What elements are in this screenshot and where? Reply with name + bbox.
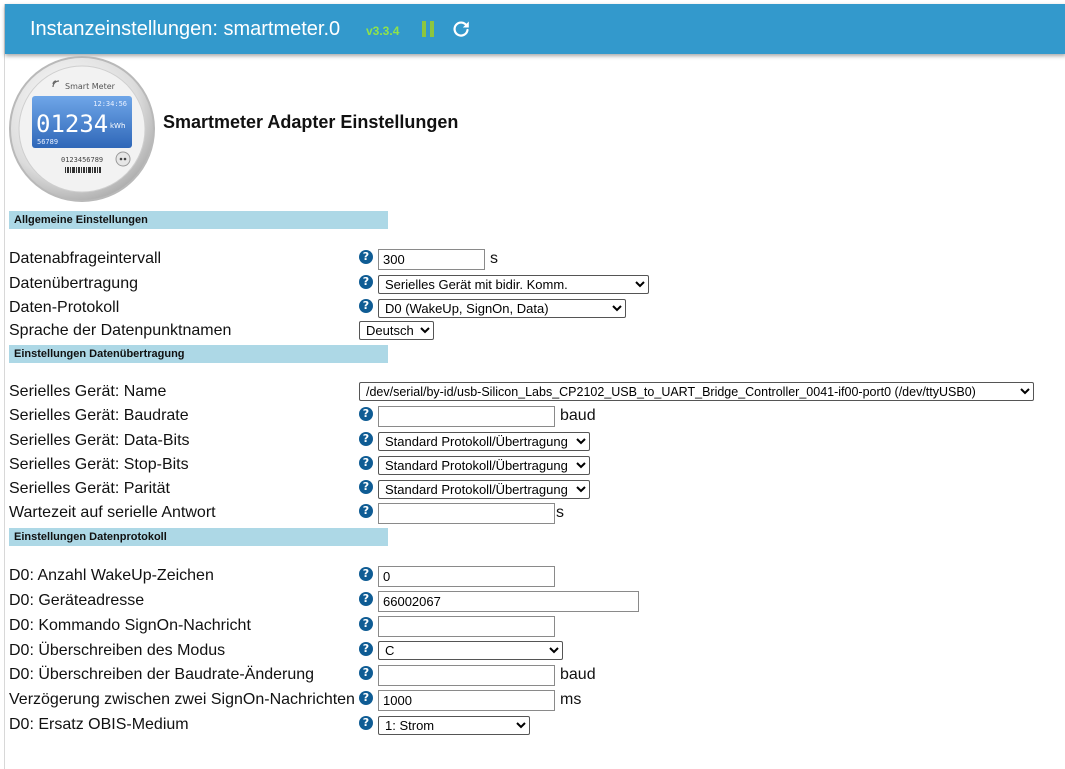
- meter-reading: 01234: [36, 110, 108, 138]
- label-parity: Serielles Gerät: Parität: [9, 480, 170, 497]
- help-icon[interactable]: ?: [359, 456, 373, 470]
- baudchange-input[interactable]: [378, 665, 555, 686]
- page-heading: Smartmeter Adapter Einstellungen: [163, 112, 459, 132]
- databits-select[interactable]: Standard Protokoll/Übertragung: [378, 432, 590, 451]
- address-input[interactable]: [378, 591, 639, 612]
- version-badge: v3.3.4: [366, 24, 400, 38]
- transfer-select[interactable]: Serielles Gerät mit bidir. Komm.: [378, 275, 649, 294]
- help-icon[interactable]: ?: [359, 480, 373, 494]
- label-interval: Datenabfrageintervall: [9, 250, 162, 267]
- interval-unit: s: [490, 250, 498, 267]
- label-serial-name: Serielles Gerät: Name: [9, 383, 167, 400]
- meter-time: 12:34:56: [93, 100, 127, 108]
- wait-input[interactable]: [378, 503, 555, 524]
- label-baudrate: Serielles Gerät: Baudrate: [9, 407, 189, 424]
- meter-brand: Smart Meter: [65, 82, 116, 91]
- serial-name-select[interactable]: /dev/serial/by-id/usb-Silicon_Labs_CP210…: [359, 382, 1034, 401]
- help-icon[interactable]: ?: [359, 407, 373, 421]
- label-wakeup: D0: Anzahl WakeUp-Zeichen: [9, 567, 214, 584]
- wakeup-input[interactable]: [378, 566, 555, 587]
- meter-small: 56789: [37, 138, 58, 146]
- help-icon[interactable]: ?: [359, 567, 373, 581]
- help-icon[interactable]: ?: [359, 432, 373, 446]
- label-transfer: Datenübertragung: [9, 275, 138, 292]
- interval-input[interactable]: [378, 249, 485, 270]
- label-protocol: Daten-Protokoll: [9, 299, 120, 316]
- baudrate-input[interactable]: [378, 406, 555, 427]
- mode-select[interactable]: C: [378, 641, 563, 660]
- reload-icon[interactable]: [451, 19, 471, 39]
- help-icon[interactable]: ?: [359, 617, 373, 631]
- meter-unit: kWh: [110, 122, 125, 130]
- label-delay: Verzögerung zwischen zwei SignOn-Nachric…: [9, 691, 355, 708]
- delay-input[interactable]: [378, 690, 555, 711]
- help-icon[interactable]: ?: [359, 250, 373, 264]
- help-icon[interactable]: ?: [359, 666, 373, 680]
- obis-select[interactable]: 1: Strom: [378, 716, 530, 735]
- help-icon[interactable]: ?: [359, 642, 373, 656]
- stopbits-select[interactable]: Standard Protokoll/Übertragung: [378, 456, 590, 475]
- section-transfer: Einstellungen Datenübertragung: [9, 345, 388, 363]
- signon-input[interactable]: [378, 616, 555, 637]
- label-obis: D0: Ersatz OBIS-Medium: [9, 716, 189, 733]
- settings-window: Instanzeinstellungen: smartmeter.0 v3.3.…: [4, 4, 1065, 769]
- baudrate-unit: baud: [560, 407, 596, 424]
- parity-select[interactable]: Standard Protokoll/Übertragung: [378, 480, 590, 499]
- help-icon[interactable]: ?: [359, 504, 373, 518]
- label-address: D0: Geräteadresse: [9, 592, 145, 609]
- help-icon[interactable]: ?: [359, 716, 373, 730]
- delay-unit: ms: [560, 691, 582, 708]
- label-signon: D0: Kommando SignOn-Nachricht: [9, 617, 251, 634]
- window-title: Instanzeinstellungen: smartmeter.0: [30, 18, 341, 40]
- protocol-select[interactable]: D0 (WakeUp, SignOn, Data): [378, 299, 626, 318]
- label-stopbits: Serielles Gerät: Stop-Bits: [9, 456, 189, 473]
- pause-icon[interactable]: [421, 21, 435, 37]
- help-icon[interactable]: ?: [359, 299, 373, 313]
- baudchange-unit: baud: [560, 666, 596, 683]
- help-icon[interactable]: ?: [359, 691, 373, 705]
- label-baudchange: D0: Überschreiben der Baudrate-Änderung: [9, 666, 315, 683]
- label-language: Sprache der Datenpunktnamen: [9, 322, 232, 339]
- help-icon[interactable]: ?: [359, 275, 373, 289]
- section-protocol: Einstellungen Datenprotokoll: [9, 528, 388, 546]
- section-general: Allgemeine Einstellungen: [9, 211, 388, 229]
- title-bar: Instanzeinstellungen: smartmeter.0 v3.3.…: [5, 4, 1065, 54]
- label-databits: Serielles Gerät: Data-Bits: [9, 432, 190, 449]
- meter-serial: 0123456789: [61, 156, 103, 164]
- smartmeter-image: Smart Meter 12:34:56 01234 kWh 56789 012…: [9, 56, 155, 202]
- language-select[interactable]: Deutsch: [359, 321, 434, 340]
- help-icon[interactable]: ?: [359, 592, 373, 606]
- label-wait: Wartezeit auf serielle Antwort: [9, 504, 216, 521]
- label-mode: D0: Überschreiben des Modus: [9, 642, 226, 659]
- wait-unit: s: [556, 504, 564, 521]
